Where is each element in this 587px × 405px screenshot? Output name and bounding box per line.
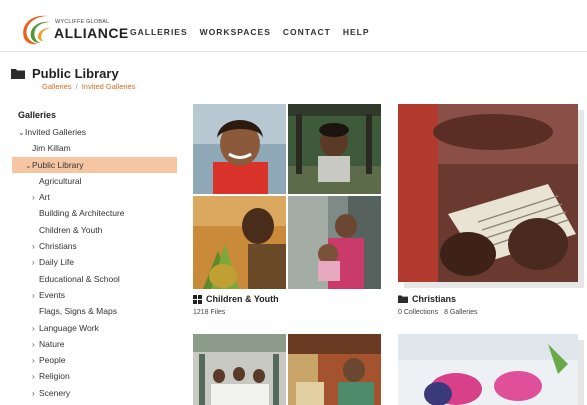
sidebar-item-children-youth[interactable]: Children & Youth [12, 222, 177, 238]
sidebar-item-daily-life[interactable]: › Daily Life [12, 254, 177, 270]
photo-market-woman [288, 334, 381, 405]
card-title-christians[interactable]: Christians [398, 294, 456, 304]
folder-icon [398, 295, 408, 303]
breadcrumb: Galleries / Invited Galleries [42, 82, 136, 91]
photo-girl-smiling [193, 104, 286, 194]
breadcrumb-galleries[interactable]: Galleries [42, 82, 72, 91]
chevron-right-icon[interactable]: › [32, 255, 39, 271]
chevron-right-icon[interactable]: › [32, 386, 39, 402]
photo-girl-baby [288, 196, 381, 289]
thumb-school-children[interactable] [193, 334, 286, 405]
nav-galleries[interactable]: GALLERIES [130, 27, 188, 37]
sidebar-item-jim-killam[interactable]: Jim Killam [12, 140, 177, 156]
logo-swoosh-icon [23, 15, 52, 45]
sidebar-item-scenery[interactable]: › Scenery [12, 385, 177, 401]
sidebar-item-building-architecture[interactable]: Building & Architecture [12, 205, 177, 221]
sidebar-item-people[interactable]: › People [12, 352, 177, 368]
card-meta-children-youth: 1218 Files [193, 309, 226, 316]
breadcrumb-invited-galleries[interactable]: Invited Galleries [82, 82, 136, 91]
gallery-sidebar: Galleries ⌄Invited Galleries Jim Killam … [12, 106, 177, 401]
sidebar-item-events[interactable]: › Events [12, 287, 177, 303]
photo-bible-reading [398, 104, 578, 282]
grid-icon [193, 294, 202, 304]
sidebar-item-educational-school[interactable]: Educational & School [12, 271, 177, 287]
folder-icon [11, 69, 25, 79]
chevron-down-icon[interactable]: ⌄ [25, 158, 32, 174]
main-nav: GALLERIES WORKSPACES CONTACT HELP [130, 27, 370, 37]
nav-workspaces[interactable]: WORKSPACES [200, 27, 271, 37]
thumb-boy-window[interactable] [288, 104, 381, 194]
top-header: WYCLIFFE GLOBAL ALLIANCE GALLERIES WORKS… [0, 0, 587, 52]
photo-dancers [398, 334, 578, 405]
thumb-boy-pineapple[interactable] [193, 196, 286, 289]
card-meta-christians: 0 Collections 8 Galleries [398, 309, 478, 316]
chevron-down-icon[interactable]: ⌄ [18, 125, 25, 141]
thumb-girl-baby[interactable] [288, 196, 381, 289]
chevron-right-icon[interactable]: › [32, 288, 39, 304]
thumb-dancers[interactable] [398, 334, 578, 405]
nav-help[interactable]: HELP [343, 27, 370, 37]
sidebar-item-nature[interactable]: › Nature [12, 336, 177, 352]
thumb-girl-smiling[interactable] [193, 104, 286, 194]
chevron-right-icon[interactable]: › [32, 239, 39, 255]
page-title-row: Public Library [11, 66, 119, 81]
thumb-bible-reading[interactable] [398, 104, 578, 282]
sidebar-item-christians[interactable]: › Christians [12, 238, 177, 254]
photo-boy-window [288, 104, 381, 194]
sidebar-item-language-work[interactable]: › Language Work [12, 320, 177, 336]
sidebar-item-art[interactable]: › Art [12, 189, 177, 205]
sidebar-item-flags-signs-maps[interactable]: Flags, Signs & Maps [12, 303, 177, 319]
chevron-right-icon[interactable]: › [32, 190, 39, 206]
photo-boy-pineapple [193, 196, 286, 289]
chevron-right-icon[interactable]: › [32, 321, 39, 337]
page-title: Public Library [32, 66, 119, 81]
wycliffe-logo[interactable]: WYCLIFFE GLOBAL ALLIANCE [18, 12, 128, 46]
sidebar-item-invited-galleries[interactable]: ⌄Invited Galleries [12, 124, 177, 140]
thumb-market-woman[interactable] [288, 334, 381, 405]
card-title-children-youth[interactable]: Children & Youth [193, 294, 279, 304]
sidebar-item-agricultural[interactable]: Agricultural [12, 173, 177, 189]
sidebar-item-religion[interactable]: › Religion [12, 368, 177, 384]
sidebar-heading: Galleries [18, 110, 57, 120]
sidebar-item-public-library[interactable]: ⌄Public Library [12, 156, 177, 174]
chevron-right-icon[interactable]: › [32, 369, 39, 385]
photo-school-children [193, 334, 286, 405]
logo-text-big: ALLIANCE [54, 25, 129, 41]
chevron-right-icon[interactable]: › [32, 337, 39, 353]
nav-contact[interactable]: CONTACT [283, 27, 331, 37]
chevron-right-icon[interactable]: › [32, 353, 39, 369]
